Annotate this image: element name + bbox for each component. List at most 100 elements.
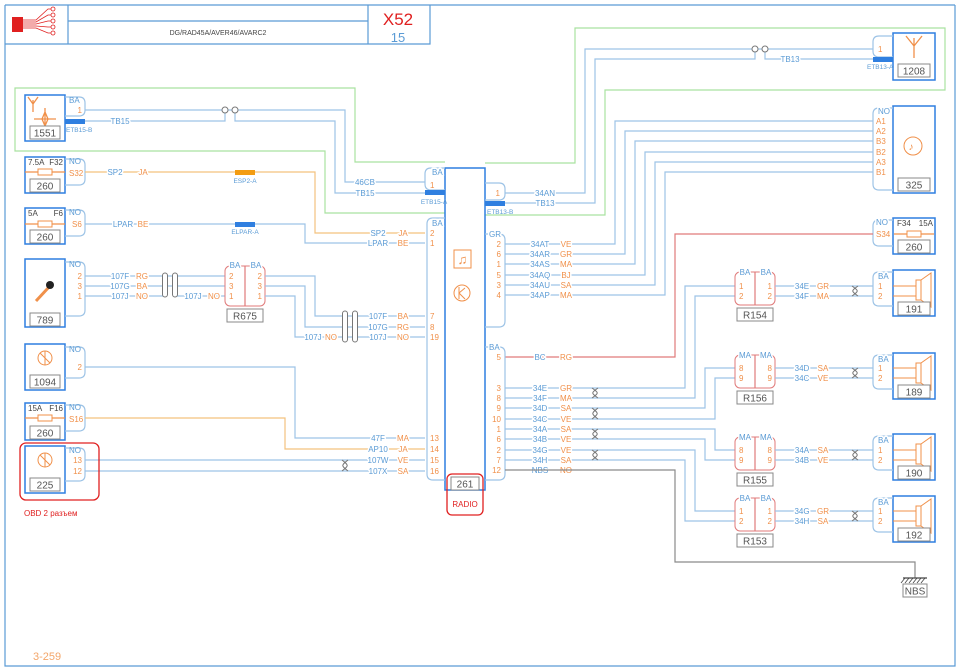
component-id: 1551 [34, 129, 57, 140]
component-id: 260 [906, 243, 923, 254]
wire-label: 107F [369, 312, 387, 321]
wire-label: SA [561, 404, 572, 413]
shield-oval-icon [342, 310, 348, 343]
pin-label: 1 [878, 282, 883, 291]
wire-label: JA [398, 445, 408, 454]
twisted-pair-icon [851, 510, 859, 522]
wire-label: MA [560, 260, 573, 269]
wire-label: 34AP [530, 291, 550, 300]
connector-label: MA [739, 433, 752, 442]
fuse-rating: 15A [919, 219, 934, 228]
wire-label: BJ [561, 271, 570, 280]
pin-label: 9 [739, 456, 744, 465]
logo-icon [23, 27, 51, 34]
connector-label: BA [432, 168, 443, 177]
connector-label: MA [739, 351, 752, 360]
wire-label: GR [817, 507, 829, 516]
pin-label: 2 [229, 272, 234, 281]
pin-label: B2 [876, 148, 886, 157]
pin-label: 8 [768, 446, 773, 455]
logo-icon [23, 25, 51, 28]
fuse-rating: 15A [28, 404, 43, 413]
wire-label: 34AN [535, 189, 555, 198]
logo-icon [50, 30, 56, 36]
wire-label: 107G [368, 323, 388, 332]
ground-icon [920, 577, 926, 584]
pin-label: 2 [878, 517, 883, 526]
terminal-label: ETB13-A [867, 64, 894, 71]
wire-label: BA [398, 312, 409, 321]
wire-label: VE [818, 456, 829, 465]
shield-oval-icon [172, 272, 178, 298]
pin-label: 1 [258, 292, 263, 301]
pin-label: 1 [78, 106, 83, 115]
connector-bracket [65, 261, 86, 317]
wire-label: BC [534, 353, 545, 362]
terminal-label: ETB13-B [487, 209, 513, 216]
wire-label: VE [561, 415, 572, 424]
pin-label: 2 [739, 517, 744, 526]
pin-label: 1 [878, 364, 883, 373]
connector-label: BA [878, 436, 889, 445]
logo-icon [23, 8, 51, 21]
fuse-icon [37, 220, 53, 228]
wire-label: NO [325, 333, 337, 342]
ground-icon [916, 577, 922, 584]
pin-label: 7 [430, 312, 435, 321]
header-title: DG/RAD45A/AVER46/AVARC2 [170, 30, 267, 37]
wire-label: 34A [533, 425, 548, 434]
fuse-name: F6 [54, 209, 64, 218]
wire-label: 34AU [530, 281, 550, 290]
twisted-pair-icon [591, 428, 599, 440]
page-reference: 3-259 [33, 651, 61, 663]
component-id: 189 [906, 388, 923, 399]
pin-label: 1 [739, 282, 744, 291]
logo-icon [50, 6, 56, 12]
pin-label: 1 [496, 189, 501, 198]
wire-label: AP10 [368, 445, 388, 454]
connector-label: MA [760, 351, 773, 360]
twisted-pair-icon [851, 367, 859, 379]
fuse-icon [37, 168, 53, 176]
connector-label: BA [251, 261, 262, 270]
splice-icon [761, 45, 769, 53]
splice-icon [231, 106, 239, 114]
twisted-pair-icon [341, 459, 349, 472]
connector-label: BA [740, 268, 751, 277]
wire-label: VE [561, 240, 572, 249]
wire-label: GR [560, 384, 572, 393]
wire-label: MA [560, 394, 573, 403]
shield-oval-icon [352, 310, 358, 343]
wire-label: SA [818, 364, 829, 373]
connector-label: BA [878, 355, 889, 364]
terminal-label: ELPAR-A [231, 229, 259, 236]
logo-icon [50, 18, 56, 24]
wire-label: 107J [304, 333, 321, 342]
obd-note: OBD 2 разъем [24, 509, 77, 518]
connector-bracket [485, 233, 506, 328]
wire-label: RG [560, 353, 572, 362]
pin-label: A3 [876, 158, 886, 167]
wire-label: 107G [110, 282, 130, 291]
pin-label: 3 [229, 282, 234, 291]
connector-label: NO [876, 218, 888, 227]
wire-label: TB15 [355, 189, 375, 198]
ground-icon [900, 577, 906, 584]
wire-label: 34H [795, 517, 810, 526]
pin-label: 3 [78, 282, 83, 291]
header-border [5, 5, 431, 45]
wire-label: SP2 [107, 168, 123, 177]
connector-label: BA [761, 268, 772, 277]
pin-label: A2 [876, 127, 886, 136]
twisted-pair-icon [851, 449, 859, 461]
wire-label: SA [561, 456, 572, 465]
pin-label: 2 [78, 272, 83, 281]
component-id: 260 [37, 182, 54, 193]
connector-label: NO [878, 107, 890, 116]
pin-label: 8 [497, 394, 502, 403]
wire [505, 285, 735, 389]
ground-icon [908, 577, 914, 584]
pin-label: 19 [430, 333, 439, 342]
pin-label: 2 [768, 292, 773, 301]
wire-label: 34F [795, 292, 809, 301]
